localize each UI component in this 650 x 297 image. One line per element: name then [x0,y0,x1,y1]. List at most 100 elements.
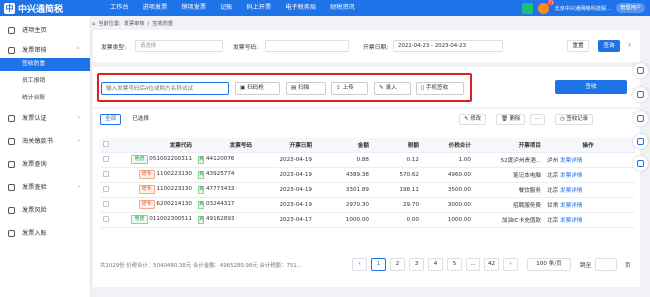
col-item[interactable]: 开票项目 [474,138,544,153]
col-number[interactable]: 发票号码 [195,138,255,153]
scanner-gun-button[interactable]: ▣ 扫码枪 [235,82,280,95]
sidebar-item-certify[interactable]: 发票认证 › [0,111,90,126]
table-row[interactable]: 增专 1100223130 真 43925774 2023-04-19 4389.38 5… [100,167,635,183]
reset-button[interactable]: 重置 [567,40,589,52]
risk-icon [8,207,15,214]
page-button[interactable]: 5 [447,258,462,271]
table-row[interactable]: 增专 6200214130 真 03244317 2023-04-19 2970.30 2… [100,197,635,213]
delete-button[interactable]: 🗑 删除 [496,114,526,125]
edit-button[interactable]: ✎ 修改 [459,114,487,125]
goto-label: 跳至 [580,263,592,269]
page-button[interactable]: 3 [409,258,424,271]
sidebar-item-label: 进项主页 [22,27,47,34]
sidebar-subitem-sign-dedup[interactable]: 签收防重 [0,58,90,71]
sidebar-subitem-reimburse[interactable]: 员工报销 [0,75,90,88]
table-row[interactable]: 增专 1100223130 真 47773433 2023-04-19 3301.89 1… [100,182,635,198]
page-button[interactable]: ... [466,258,480,271]
nav-item-tax-bureau[interactable]: 电子税务局 [278,0,323,16]
page-button[interactable]: 1 [371,258,386,271]
row-checkbox[interactable] [100,167,120,183]
notification-icon[interactable]: 71 [538,0,555,14]
chat-icon[interactable] [633,87,648,102]
nav-item-workbench[interactable]: 工作台 [103,0,136,16]
sign-button[interactable]: 签收 [555,80,627,94]
col-amount[interactable]: 金额 [315,138,372,153]
invoice-type-select[interactable]: 请选择 [135,40,223,52]
cell-amount: 0.88 [315,152,372,168]
user-menu[interactable]: 管理用户 [616,3,645,13]
location-icon: ⌂ [92,20,96,27]
invoice-number-input[interactable] [265,40,349,52]
company-name[interactable]: 北京中兴通网络科技股... [554,5,611,12]
page-button[interactable]: 2 [390,258,405,271]
table-summary: 共1029份 价税合计：5040480.38元 合计金额：4965280.98元… [100,263,302,269]
col-date[interactable]: 开票日期 [255,138,315,153]
invoice-detail-link[interactable]: 发票详情 [560,188,582,194]
sign-record-button[interactable]: ◷ 签收记录 [555,114,593,125]
table-row[interactable]: 电普 051002200311 真 44120076 2023-04-19 0.88 0.… [100,152,635,168]
wechat-icon[interactable] [633,156,648,171]
page-size-select[interactable]: 100 条/页 [527,258,571,271]
row-checkbox[interactable] [100,197,120,213]
more-actions-button[interactable]: ⋯ [530,114,546,125]
date-range-picker[interactable]: 2022-04-23 - 2023-04-23 [393,40,503,52]
row-checkbox[interactable] [100,182,120,198]
entry-button[interactable]: ✎ 录入 [374,82,411,95]
upload-button[interactable]: ⇪ 上传 [331,82,368,95]
invoice-detail-link[interactable]: 发票详情 [560,173,582,179]
next-page-button[interactable]: › [503,258,518,271]
cell-total: 3000.00 [422,197,474,213]
page-button[interactable]: 42 [484,258,499,271]
app-logo[interactable]: 中 中兴通简税 [4,2,63,15]
feedback-icon[interactable] [633,134,648,149]
sidebar-item-invoice-review[interactable]: 发票审核 ⌃ [0,43,90,58]
nav-item-code-invoice[interactable]: 码上开票 [239,0,278,16]
home-icon [8,27,15,34]
help-icon[interactable] [633,111,648,126]
cell-code: 增专 1100223130 [120,167,195,183]
sidebar-item-home[interactable]: 进项主页 [0,23,90,38]
row-checkbox[interactable] [100,212,120,228]
expand-filter-icon[interactable]: › [628,40,631,49]
breadcrumb-item[interactable]: 发票审核 [124,20,145,27]
cell-total: 3500.00 [422,182,474,198]
col-tax[interactable]: 税额 [372,138,422,153]
date-to: 2023-04-23 [434,43,467,49]
prev-page-button[interactable]: ‹ [352,258,367,271]
invoice-detail-link[interactable]: 发票详情 [560,158,582,164]
nav-item-accounting[interactable]: 记账 [213,0,239,16]
nav-item-output-invoice[interactable]: 销项发票 [174,0,213,16]
page-button[interactable]: 4 [428,258,443,271]
sidebar-item-risk[interactable]: 发票风险 [0,203,90,218]
scan-button[interactable]: ▤ 扫描 [286,82,326,95]
mobile-sign-button[interactable]: ▯ 手机签收 [416,82,464,95]
search-button[interactable]: 查询 [598,40,620,52]
phone-service-icon[interactable] [633,63,648,78]
nav-item-tax-news[interactable]: 财税资讯 [323,0,362,16]
cell-tax: 29.70 [372,197,422,213]
service-icon[interactable] [522,2,534,14]
row-checkbox[interactable] [100,152,120,168]
scan-input[interactable] [101,82,229,95]
cell-date: 2023-04-19 [255,152,315,168]
cell-code: 电普 011002300511 [120,212,195,228]
select-all-checkbox[interactable] [100,138,120,153]
notification-badge: 71 [547,0,555,6]
invoice-detail-link[interactable]: 发票详情 [560,203,582,209]
table-row[interactable]: 电普 011002300511 真 49162893 2023-04-17 1000.0… [100,212,635,228]
sidebar-item-query[interactable]: 发票查询 [0,157,90,172]
breadcrumb: ⌂ 当前位置: 发票审核 / 签收防重 [92,19,173,28]
tab-all[interactable]: 全部 [100,114,122,125]
sidebar-item-verify[interactable]: 发票查验 › [0,180,90,195]
col-code[interactable]: 发票代码 [120,138,195,153]
tab-selected[interactable]: 已选择 [127,114,154,125]
sidebar-item-ledger-entry[interactable]: 发票入账 [0,226,90,241]
nav-item-input-invoice[interactable]: 进项发票 [136,0,175,16]
sidebar-subitem-ledger[interactable]: 统计台账 [0,92,90,105]
sidebar-item-customs[interactable]: 海关缴款书 › [0,134,90,149]
invoice-detail-link[interactable]: 发票详情 [560,218,582,224]
sidebar-item-label: 发票查验 [22,184,47,191]
goto-page-input[interactable] [595,258,617,271]
col-total[interactable]: 价税合计 [422,138,474,153]
button-label: 扫码枪 [247,85,264,91]
